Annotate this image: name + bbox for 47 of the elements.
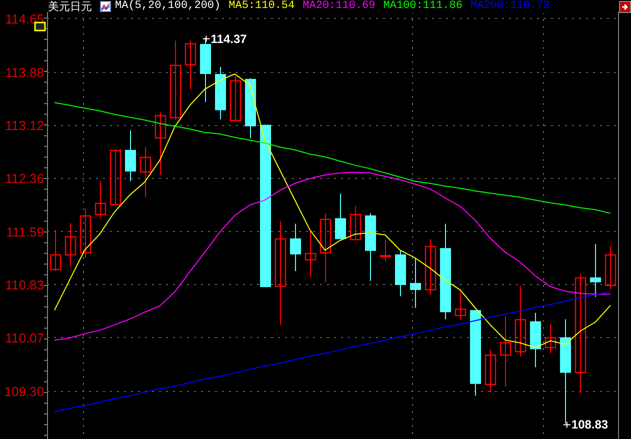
candlestick: [424, 238, 436, 296]
candlestick: [544, 324, 556, 354]
candlestick: [590, 244, 601, 298]
indicator-reading: MA100:111.86: [383, 0, 462, 13]
candlestick: [410, 257, 421, 308]
candlestick: [50, 230, 62, 272]
candlestick: [154, 112, 166, 176]
candlestick: [170, 40, 182, 120]
candlestick: [604, 246, 616, 290]
candlestick: [514, 285, 526, 358]
candlestick: [574, 273, 586, 394]
indicator-reading: MA5:110.54: [228, 0, 295, 13]
axis-tick-label: 110.83: [5, 277, 44, 292]
symbol-title: 美元日元: [48, 0, 92, 13]
candlestick: [484, 349, 496, 393]
candlestick: [80, 208, 92, 258]
candlestick: [454, 292, 466, 320]
axis-tick-label: 111.59: [6, 224, 44, 240]
axis-tick-label: 113.88: [5, 64, 44, 80]
axis-tick-label: 112.36: [5, 170, 44, 186]
candlestick: [500, 316, 512, 388]
candlestick: [140, 146, 152, 198]
annotation: 114.37: [210, 32, 248, 46]
chart-icon[interactable]: [100, 1, 111, 12]
price-annotation: 108.83: [562, 418, 608, 432]
candlestick: [350, 206, 362, 240]
indicator-reading: MA200:110.73: [470, 0, 550, 13]
price-annotation: 114.37: [202, 32, 247, 46]
candlestick: [230, 76, 242, 122]
candlestick: [320, 212, 332, 283]
candlestick: [290, 223, 301, 272]
axis-tick-label: 113.12: [5, 118, 44, 133]
axis-tick-label: 109.30: [4, 384, 44, 399]
candlestick: [335, 193, 346, 240]
candlestick: [184, 40, 196, 90]
annotation: 108.83: [571, 418, 608, 432]
candlestick: [125, 130, 136, 182]
exit-icon[interactable]: [619, 0, 631, 14]
candlestick: [274, 220, 286, 326]
axis-tick-label: 110.07: [5, 330, 44, 346]
candlestick: [304, 230, 316, 278]
indicator-reading: MA20:110.69: [302, 0, 376, 13]
indicator-label: MA(5,20,100,200): [115, 0, 221, 13]
candlestick: [110, 148, 122, 206]
candlestick: [64, 222, 76, 268]
candlestick: [380, 239, 392, 262]
candlestick: [94, 180, 106, 219]
